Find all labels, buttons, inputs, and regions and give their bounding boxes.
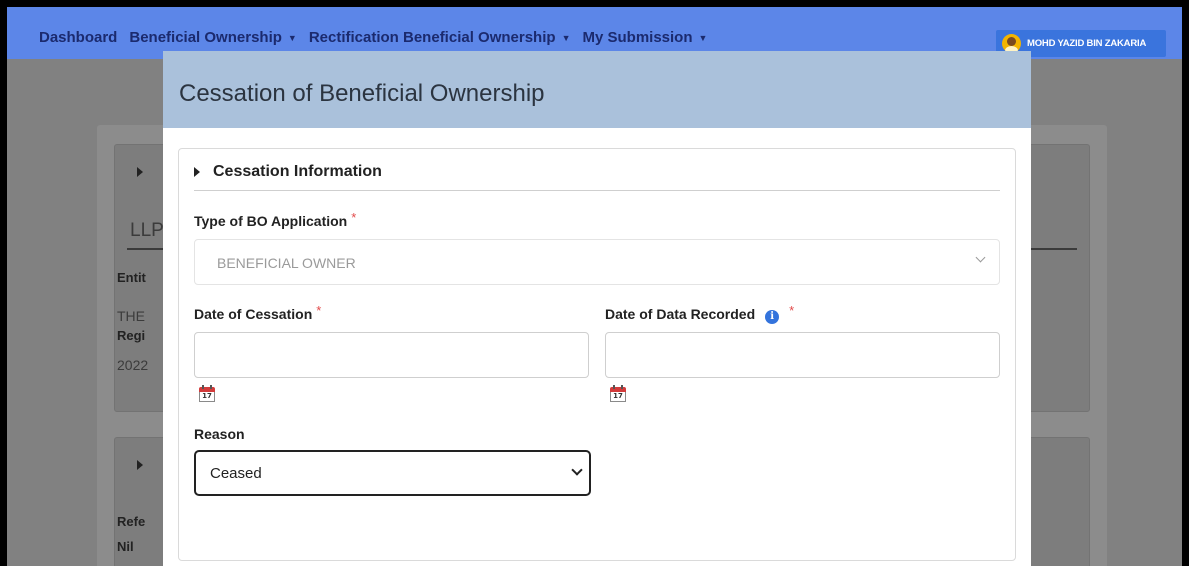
caret-down-icon: ▼: [287, 32, 297, 43]
expand-triangle-icon: [194, 167, 200, 177]
background-field-label: Refe: [117, 514, 146, 529]
date-of-data-recorded-input[interactable]: [605, 332, 1000, 378]
type-of-bo-application-label: Type of BO Application *: [194, 210, 357, 229]
nav-my-submission[interactable]: My Submission ▼: [582, 29, 707, 46]
calendar-icon[interactable]: 17: [199, 385, 215, 402]
background-field-value: 2022: [117, 357, 149, 373]
nav-beneficial-ownership-label: Beneficial Ownership: [129, 29, 282, 46]
nav-dashboard-label: Dashboard: [39, 29, 118, 46]
date-of-cessation-input[interactable]: [194, 332, 589, 378]
nav-my-submission-label: My Submission: [582, 29, 693, 46]
date-of-cessation-label: Date of Cessation *: [194, 303, 322, 322]
calendar-day: 17: [610, 392, 626, 402]
divider: [194, 190, 1000, 191]
chevron-down-icon: [571, 464, 583, 476]
modal-title: Cessation of Beneficial Ownership: [179, 80, 545, 107]
date-of-data-recorded-text: Date of Data Recorded: [605, 306, 756, 322]
caret-down-icon: ▼: [561, 32, 571, 43]
section-toggle[interactable]: Cessation Information: [194, 163, 382, 181]
expand-triangle-icon: [137, 167, 143, 177]
nav-beneficial-ownership[interactable]: Beneficial Ownership ▼: [129, 29, 296, 46]
required-marker: *: [789, 303, 795, 318]
section-title: Cessation Information: [213, 163, 382, 180]
date-of-cessation-text: Date of Cessation: [194, 306, 313, 322]
background-field-label: Regi: [117, 328, 146, 343]
cessation-modal: Cessation of Beneficial Ownership Cessat…: [163, 51, 1031, 566]
background-heading: LLP: [130, 220, 164, 241]
cessation-information-section: Cessation Information Type of BO Applica…: [178, 148, 1016, 561]
date-of-data-recorded-label: Date of Data Recorded i *: [605, 303, 795, 324]
background-field-value: THE: [117, 308, 145, 324]
background-field-label: Entit: [117, 270, 146, 285]
reason-select[interactable]: Ceased: [194, 450, 591, 496]
modal-header: Cessation of Beneficial Ownership: [163, 51, 1031, 128]
calendar-day: 17: [199, 392, 215, 402]
type-of-bo-application-select: BENEFICIAL OWNER: [194, 239, 1000, 285]
app-frame: Dashboard Beneficial Ownership ▼ Rectifi…: [7, 7, 1182, 566]
calendar-icon[interactable]: 17: [610, 385, 626, 402]
background-field-value: Nil: [117, 539, 134, 554]
type-of-bo-application-value: BENEFICIAL OWNER: [217, 255, 356, 271]
caret-down-icon: ▼: [698, 32, 708, 43]
info-icon[interactable]: i: [765, 310, 780, 324]
user-name: MOHD YAZID BIN ZAKARIA: [1027, 38, 1147, 49]
nav-menu: Dashboard Beneficial Ownership ▼ Rectifi…: [39, 29, 719, 46]
expand-triangle-icon: [137, 460, 143, 470]
nav-rectification[interactable]: Rectification Beneficial Ownership ▼: [309, 29, 571, 46]
required-marker: *: [316, 303, 322, 318]
reason-value: Ceased: [210, 465, 262, 482]
type-label-text: Type of BO Application: [194, 213, 348, 229]
chevron-down-icon: [975, 252, 986, 263]
nav-dashboard[interactable]: Dashboard: [39, 29, 117, 46]
required-marker: *: [351, 210, 357, 225]
nav-rectification-label: Rectification Beneficial Ownership: [308, 29, 556, 46]
reason-label: Reason: [194, 426, 245, 442]
